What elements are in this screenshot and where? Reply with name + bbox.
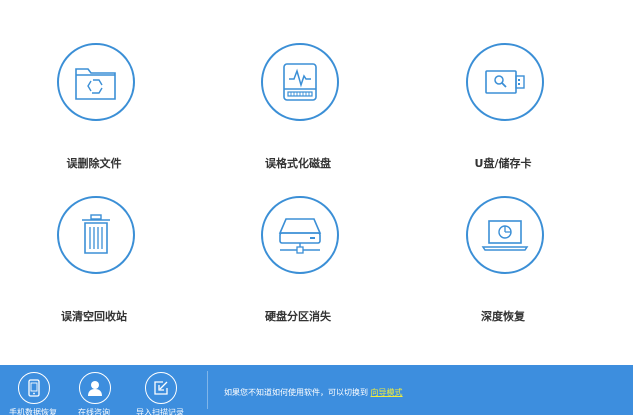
online-consult-button[interactable]: 在线咨询 <box>61 370 131 417</box>
wizard-mode-link[interactable]: 向导模式 <box>371 388 403 397</box>
folder-recycle-icon <box>75 68 116 100</box>
tile-label: U盘/储存卡 <box>474 157 532 170</box>
phone-icon <box>28 379 40 397</box>
tile-circle <box>57 43 135 121</box>
button-label: 手机数据恢复 <box>9 408 57 417</box>
button-label: 在线咨询 <box>78 408 110 417</box>
trash-bin-icon <box>82 214 110 254</box>
tile-partition-lost[interactable]: 硬盘分区消失 <box>232 196 372 336</box>
tile-circle <box>57 196 135 274</box>
laptop-scan-icon <box>481 220 529 251</box>
user-icon <box>88 381 102 396</box>
button-label: 导入扫描记录 <box>136 408 184 417</box>
import-scan-record-button[interactable]: 导入扫描记录 <box>127 370 197 417</box>
recovery-options-grid: 误删除文件 误格式化磁盘 U盘/储存卡 误清空回收站 硬盘分区消失 深度恢复 <box>0 0 633 365</box>
tile-deleted-files[interactable]: 误删除文件 <box>28 43 168 183</box>
tile-label: 深度恢复 <box>481 310 525 323</box>
button-circle <box>18 372 50 404</box>
tile-circle <box>466 196 544 274</box>
tile-recycle-bin[interactable]: 误清空回收站 <box>28 196 168 336</box>
tile-deep-recovery[interactable]: 深度恢复 <box>437 196 577 336</box>
tile-circle <box>466 43 544 121</box>
toolbar-divider <box>207 371 208 409</box>
tile-formatted-disk[interactable]: 误格式化磁盘 <box>232 43 372 183</box>
tile-label: 误清空回收站 <box>61 310 127 323</box>
tile-label: 误格式化磁盘 <box>265 157 331 170</box>
bottom-toolbar: 手机数据恢复 在线咨询 导入扫描记录 如果您不知道如何使用软件，可以切换到 向导… <box>0 365 633 417</box>
phone-recovery-button[interactable]: 手机数据恢复 <box>0 370 70 417</box>
hard-disk-network-icon <box>278 218 322 254</box>
tile-label: 硬盘分区消失 <box>265 310 331 323</box>
button-circle <box>145 372 177 404</box>
hint-text: 如果您不知道如何使用软件，可以切换到 <box>224 388 368 397</box>
usb-drive-icon <box>485 70 525 94</box>
disk-drive-icon <box>283 63 317 101</box>
tile-circle <box>261 43 339 121</box>
button-circle <box>79 372 111 404</box>
import-icon <box>154 381 168 395</box>
wizard-hint: 如果您不知道如何使用软件，可以切换到 向导模式 <box>224 387 403 398</box>
tile-label: 误删除文件 <box>66 157 122 170</box>
tile-usb-card[interactable]: U盘/储存卡 <box>437 43 577 183</box>
tile-circle <box>261 196 339 274</box>
